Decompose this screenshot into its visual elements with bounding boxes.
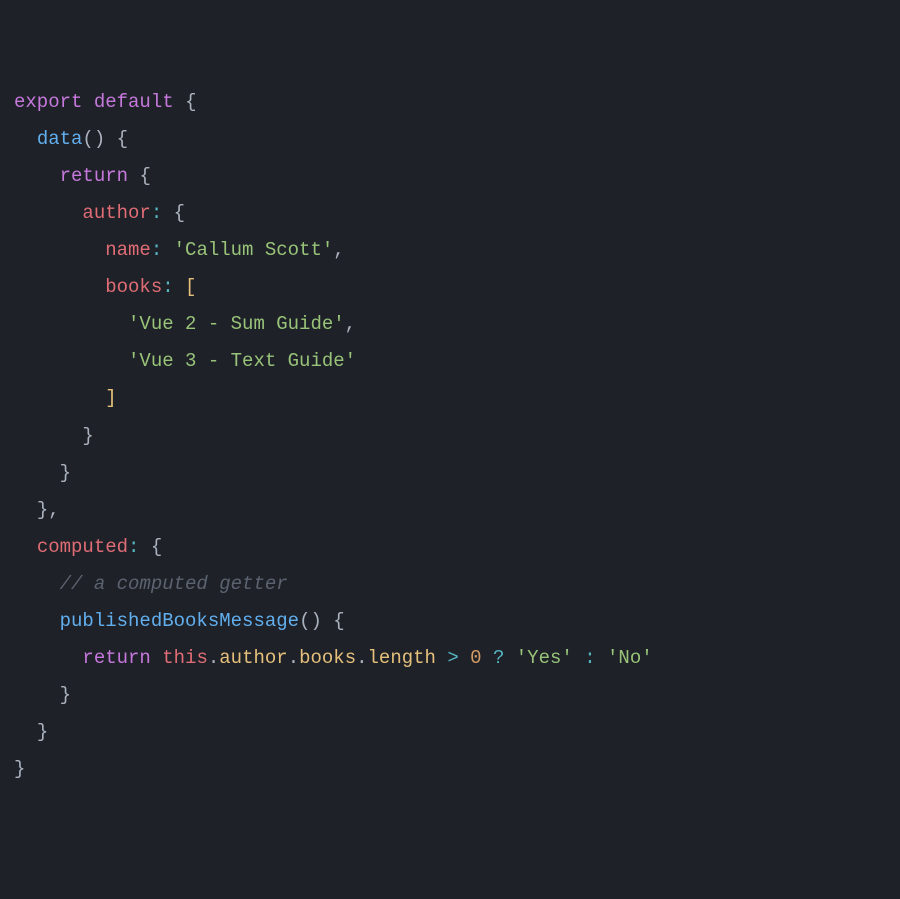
bracket-open: [ [185,276,196,298]
keyword-export: export [14,91,82,113]
brace-open: { [185,91,196,113]
brace-close: } [60,462,71,484]
code-line: publishedBooksMessage() { [14,610,345,632]
parens: () [299,610,322,632]
brace-close: } [14,758,25,780]
keyword-default: default [94,91,174,113]
colon: : [151,202,162,224]
comma: , [345,313,356,335]
brace-open: { [139,165,150,187]
colon: : [162,276,173,298]
operator-gt: > [447,647,458,669]
code-line: // a computed getter [14,573,288,595]
operator-ternary-colon: : [584,647,595,669]
code-line: name: 'Callum Scott', [14,239,345,261]
bracket-close: ] [105,387,116,409]
ident-books: books [299,647,356,669]
code-line: computed: { [14,536,162,558]
code-line: data() { [14,128,128,150]
comma: , [48,499,59,521]
code-line: return this.author.books.length > 0 ? 'Y… [14,647,653,669]
method-published: publishedBooksMessage [60,610,299,632]
brace-open: { [174,202,185,224]
code-line: } [14,758,25,780]
brace-open: { [117,128,128,150]
code-line: } [14,721,48,743]
code-line: }, [14,499,60,521]
code-line: author: { [14,202,185,224]
brace-close: } [37,499,48,521]
comma: , [333,239,344,261]
code-block: export default { data() { return { autho… [14,84,886,788]
prop-name: name [105,239,151,261]
brace-open: { [333,610,344,632]
colon: : [151,239,162,261]
string-literal: 'Vue 3 - Text Guide' [128,350,356,372]
string-yes: 'Yes' [516,647,573,669]
dot: . [288,647,299,669]
parens: () [82,128,105,150]
keyword-this: this [162,647,208,669]
code-line: ] [14,387,117,409]
code-line: } [14,462,71,484]
prop-author: author [82,202,150,224]
comment: // a computed getter [60,573,288,595]
brace-close: } [60,684,71,706]
code-line: 'Vue 2 - Sum Guide', [14,313,356,335]
ident-length: length [368,647,436,669]
number-zero: 0 [470,647,481,669]
operator-ternary-q: ? [493,647,504,669]
code-line: books: [ [14,276,196,298]
string-literal: 'Callum Scott' [174,239,334,261]
keyword-return: return [82,647,150,669]
dot: . [356,647,367,669]
code-line: export default { [14,91,196,113]
keyword-return: return [60,165,128,187]
brace-close: } [82,425,93,447]
brace-close: } [37,721,48,743]
dot: . [208,647,219,669]
colon: : [128,536,139,558]
code-line: } [14,425,94,447]
method-data: data [37,128,83,150]
prop-computed: computed [37,536,128,558]
string-literal: 'Vue 2 - Sum Guide' [128,313,345,335]
code-line: } [14,684,71,706]
brace-open: { [151,536,162,558]
code-line: return { [14,165,151,187]
ident-author: author [219,647,287,669]
string-no: 'No' [607,647,653,669]
code-line: 'Vue 3 - Text Guide' [14,350,356,372]
prop-books: books [105,276,162,298]
